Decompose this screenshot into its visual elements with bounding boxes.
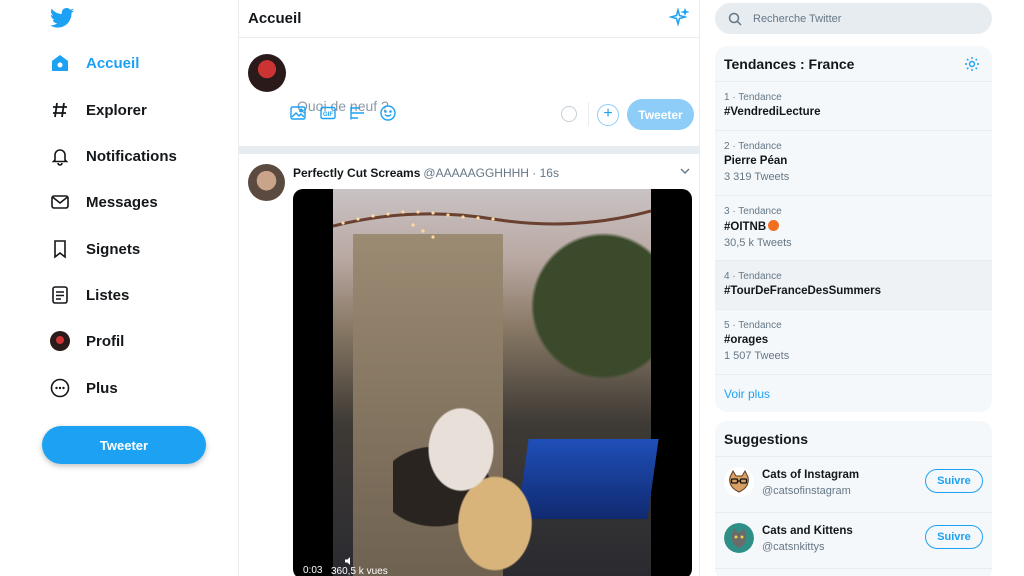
add-tweet-button[interactable]: + xyxy=(597,104,619,126)
trend-name: #orages xyxy=(724,334,769,346)
trend-meta: 3 · Tendance xyxy=(724,206,782,217)
suggestion-name[interactable]: Cats and Kittens xyxy=(762,525,853,537)
trend-count: 3 319 Tweets xyxy=(724,171,790,183)
svg-text:GIF: GIF xyxy=(323,112,333,118)
nav-label: Signets xyxy=(86,240,141,258)
trend-item[interactable]: 3 · Tendance #OITNB 30,5 k Tweets xyxy=(715,196,992,261)
divider xyxy=(588,102,589,126)
nav-label: Notifications xyxy=(86,147,177,165)
search-icon xyxy=(728,12,742,26)
trends-panel: Tendances : France 1 · Tendance #Vendred… xyxy=(715,46,992,412)
nav-label: Listes xyxy=(86,286,130,304)
envelope-icon xyxy=(48,190,72,214)
compose-tweet-button[interactable]: Tweeter xyxy=(627,99,694,130)
twitter-logo-icon[interactable] xyxy=(50,8,74,28)
nav-item-listes[interactable]: Listes xyxy=(48,279,129,311)
suggestion-handle: @catsofinstagram xyxy=(762,485,851,497)
more-icon xyxy=(48,376,72,400)
avatar-icon xyxy=(48,329,72,353)
suggestion-item[interactable]: Cats and Kittens @catsnkittys Suivre xyxy=(715,513,992,569)
composer: Quoi de neuf ? xyxy=(239,38,699,146)
hashtag-icon xyxy=(48,98,72,122)
video-player[interactable]: 0:03 360,5 k vues xyxy=(293,189,692,576)
video-frame xyxy=(333,189,659,576)
suggestions-title: Suggestions xyxy=(715,421,992,457)
follow-button[interactable]: Suivre xyxy=(925,525,983,549)
orange-emoji-icon xyxy=(768,220,780,231)
right-sidebar: Recherche Twitter Tendances : France 1 ·… xyxy=(700,0,1024,576)
trend-name: #OITNB xyxy=(724,220,992,233)
search-input[interactable]: Recherche Twitter xyxy=(715,3,992,34)
suggestions-panel: Suggestions Cats of Instagram @catsofins… xyxy=(715,421,992,576)
tweet-header: Perfectly Cut Screams @AAAAAGGHHHH · 16s xyxy=(293,166,559,180)
tweet[interactable]: Perfectly Cut Screams@AAAAAGGHHHH · 16s xyxy=(239,154,699,576)
nav-item-profil[interactable]: Profil xyxy=(48,325,124,357)
gear-icon[interactable] xyxy=(964,56,980,72)
trends-title-text: Tendances : France xyxy=(724,55,855,72)
sparkle-icon[interactable] xyxy=(669,8,689,28)
timeline: Accueil Quoi de neuf ? GIF + Tweeter Per… xyxy=(238,0,700,576)
trend-name: Pierre Péan xyxy=(724,155,788,167)
suggestion-name[interactable]: Cats of Instagram xyxy=(762,469,859,481)
follow-button[interactable]: Suivre xyxy=(925,469,983,493)
bell-icon xyxy=(48,144,72,168)
trends-title: Tendances : France xyxy=(715,46,992,82)
nav-item-accueil[interactable]: Accueil xyxy=(48,47,139,79)
nav-label: Plus xyxy=(86,379,118,397)
tweet-author-handle: @AAAAAGGHHHH · 16s xyxy=(423,166,559,180)
volume-icon[interactable] xyxy=(345,557,355,565)
nav-label: Profil xyxy=(86,332,125,350)
timeline-header: Accueil xyxy=(239,0,699,38)
list-icon xyxy=(48,283,72,307)
chevron-down-icon[interactable] xyxy=(679,165,691,177)
suggestion-item[interactable]: Cats of Instagram @catsofinstagram Suivr… xyxy=(715,457,992,513)
page-title: Accueil xyxy=(248,10,302,27)
trend-meta: 1 · Tendance xyxy=(724,92,782,103)
app: Accueil Explorer Notifications Messages … xyxy=(0,0,1024,576)
nav-item-messages[interactable]: Messages xyxy=(48,186,158,218)
image-icon[interactable] xyxy=(289,104,307,122)
nav-item-notifications[interactable]: Notifications xyxy=(48,140,177,172)
compose-toolbar: GIF xyxy=(289,104,397,122)
poll-icon[interactable] xyxy=(349,104,367,122)
video-scene-people xyxy=(393,394,563,576)
trend-name: #TourDeFranceDesSummers xyxy=(724,285,882,297)
nav-label: Messages xyxy=(86,193,158,211)
trend-item[interactable]: 1 · Tendance #VendrediLecture xyxy=(715,82,992,131)
trend-name-text: #OITNB xyxy=(724,221,767,233)
trend-name: #VendrediLecture xyxy=(724,106,821,118)
trend-count: 30,5 k Tweets xyxy=(724,237,792,249)
trend-meta: 4 · Tendance xyxy=(724,271,782,282)
string-lights xyxy=(333,209,651,239)
nav-item-plus[interactable]: Plus xyxy=(48,372,118,404)
trend-item[interactable]: 4 · Tendance #TourDeFranceDesSummers xyxy=(715,261,992,310)
nav-label: Explorer xyxy=(86,101,147,119)
trend-item[interactable]: 2 · Tendance Pierre Péan 3 319 Tweets xyxy=(715,131,992,196)
trend-meta: 5 · Tendance xyxy=(724,320,782,331)
divider xyxy=(239,146,699,154)
character-counter xyxy=(561,106,577,122)
trend-item[interactable]: 5 · Tendance #orages 1 507 Tweets xyxy=(715,310,992,375)
nav-item-signets[interactable]: Signets xyxy=(48,233,140,265)
left-nav: Accueil Explorer Notifications Messages … xyxy=(0,0,238,576)
avatar[interactable] xyxy=(724,523,754,553)
gif-icon[interactable]: GIF xyxy=(319,104,337,122)
avatar[interactable] xyxy=(248,164,285,201)
avatar[interactable] xyxy=(248,54,286,92)
emoji-icon[interactable] xyxy=(379,104,397,122)
tweet-button[interactable]: Tweeter xyxy=(42,426,206,464)
bookmark-icon xyxy=(48,237,72,261)
nav-label: Accueil xyxy=(86,54,140,72)
home-icon xyxy=(48,51,72,75)
video-views: 360,5 k vues xyxy=(331,566,388,576)
tweet-author-name[interactable]: Perfectly Cut Screams xyxy=(293,166,420,180)
trend-meta: 2 · Tendance xyxy=(724,141,782,152)
avatar[interactable] xyxy=(724,467,754,497)
suggestion-handle: @catsnkittys xyxy=(762,541,825,553)
see-more-link[interactable]: Voir plus xyxy=(715,375,992,412)
nav-item-explorer[interactable]: Explorer xyxy=(48,94,147,126)
search-placeholder: Recherche Twitter xyxy=(753,12,842,25)
trend-count: 1 507 Tweets xyxy=(724,350,790,362)
video-time: 0:03 xyxy=(299,564,327,576)
